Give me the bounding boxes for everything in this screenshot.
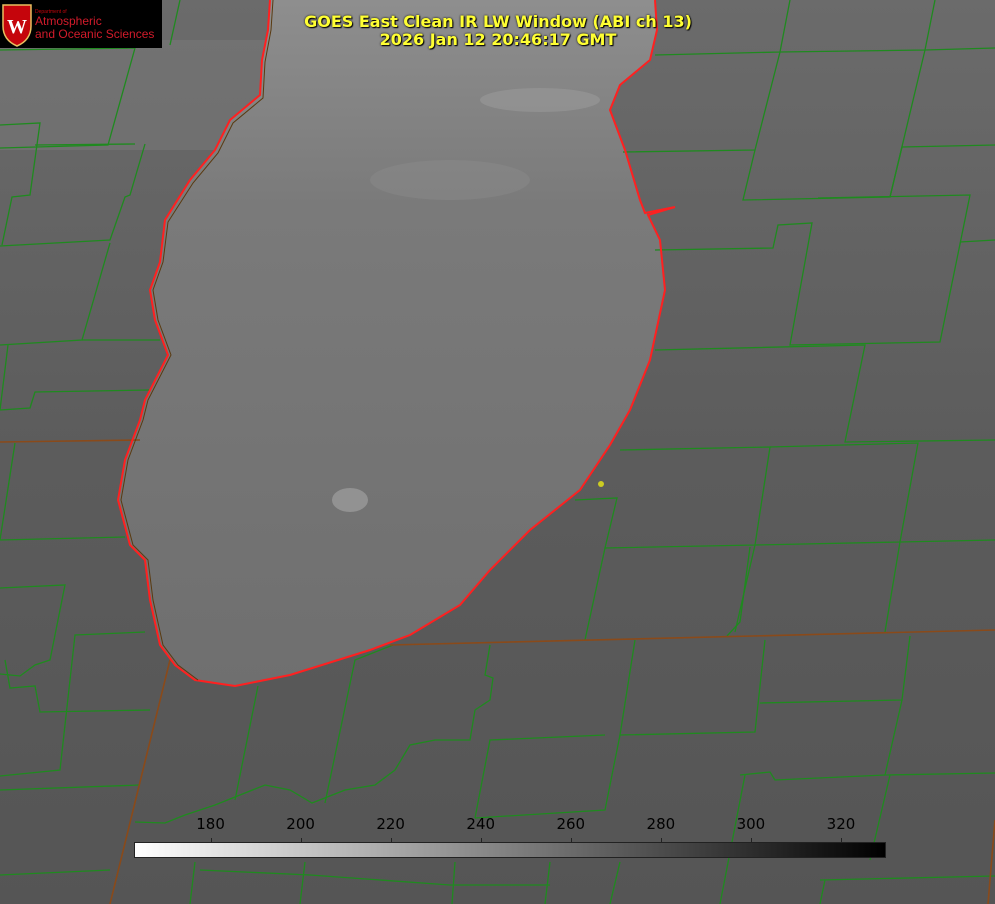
colorbar-tick-mark <box>660 838 662 843</box>
colorbar-tick-mark <box>840 838 842 843</box>
colorbar-tick-label: 300 <box>736 815 766 833</box>
cloud-streak <box>370 160 530 200</box>
colorbar-tick-label: 240 <box>466 815 496 833</box>
image-timestamp: 2026 Jan 12 20:46:17 GMT <box>379 30 617 49</box>
colorbar-tick-label: 320 <box>826 815 856 833</box>
crest-icon: W <box>2 4 32 47</box>
satellite-map <box>0 0 995 904</box>
logo-line2: and Oceanic Sciences <box>35 27 155 41</box>
svg-text:W: W <box>7 16 27 38</box>
colorbar-tick-label: 280 <box>646 815 676 833</box>
temperature-colorbar <box>134 842 886 858</box>
colorbar-tick-mark <box>210 838 212 843</box>
colorbar-tick-label: 180 <box>196 815 225 833</box>
colorbar-tick-label: 260 <box>556 815 586 833</box>
colorbar-tick-label: 220 <box>376 815 405 833</box>
cloud-streak <box>332 488 368 512</box>
satellite-image-viewer: W Department of Atmospheric and Oceanic … <box>0 0 995 904</box>
colorbar-tick-mark <box>390 838 392 843</box>
colorbar-tick-mark <box>570 838 572 843</box>
cloud-streak <box>480 88 600 112</box>
colorbar-tick-mark <box>300 838 302 843</box>
colorbar-tick-mark <box>750 838 752 843</box>
uw-aos-logo: W Department of Atmospheric and Oceanic … <box>0 0 162 48</box>
colorbar-tick-mark <box>480 838 482 843</box>
image-title: GOES East Clean IR LW Window (ABI ch 13) <box>304 12 692 31</box>
logo-line1: Atmospheric <box>35 14 102 28</box>
colorbar-tick-label: 200 <box>286 815 315 833</box>
location-dot-icon <box>598 481 604 487</box>
